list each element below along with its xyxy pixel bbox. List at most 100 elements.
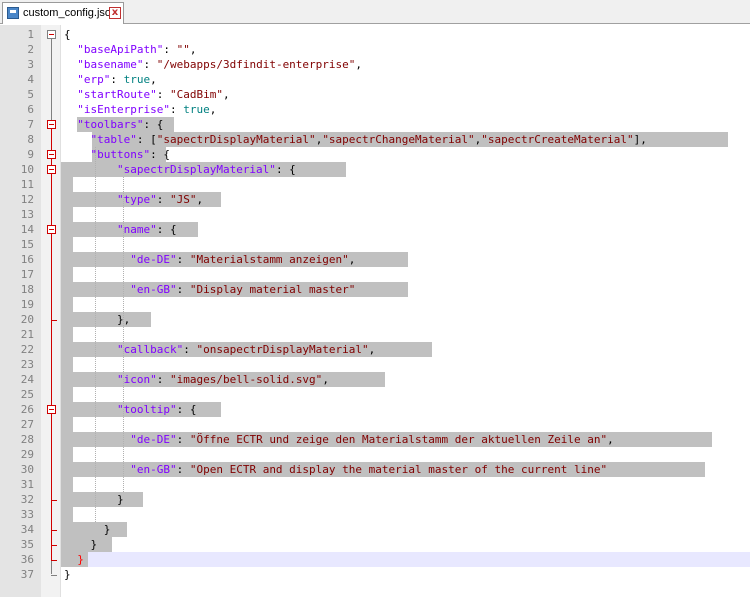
code-text: "sapectrDisplayMaterial": { xyxy=(116,163,296,176)
code-line: 33 xyxy=(0,507,750,522)
code-text: { xyxy=(64,28,71,41)
line-number: 17 xyxy=(20,268,34,281)
code-text: "callback": "onsapectrDisplayMaterial", xyxy=(116,343,376,356)
code-line: 36 } xyxy=(0,552,750,567)
line-number: 15 xyxy=(20,238,34,251)
line-number: 2 xyxy=(27,43,34,56)
line-number: 28 xyxy=(20,433,34,446)
line-number: 9 xyxy=(27,148,34,161)
code-text: "toolbars": { xyxy=(77,118,164,131)
code-line: 30 "en-GB": "Open ECTR and display the m… xyxy=(0,462,750,477)
line-number: 11 xyxy=(20,178,34,191)
code-text: "isEnterprise": true, xyxy=(77,103,217,116)
code-line: 21 xyxy=(0,327,750,342)
code-line: 23 xyxy=(0,357,750,372)
line-number: 24 xyxy=(20,373,34,386)
code-text: "de-DE": "Öffne ECTR und zeige den Mater… xyxy=(130,433,614,446)
line-number: 13 xyxy=(20,208,34,221)
tab-label: custom_config.json xyxy=(23,7,118,19)
code-line: 20 }, xyxy=(0,312,750,327)
code-line: 25 xyxy=(0,387,750,402)
line-number: 19 xyxy=(20,298,34,311)
code-line: 1{ xyxy=(0,27,750,42)
code-line: 13 xyxy=(0,207,750,222)
code-line: 35 } xyxy=(0,537,750,552)
code-line: 5 "startRoute": "CadBim", xyxy=(0,87,750,102)
code-line: 22 "callback": "onsapectrDisplayMaterial… xyxy=(0,342,750,357)
close-icon[interactable]: x xyxy=(109,7,121,19)
code-text: "type": "JS", xyxy=(116,193,204,206)
line-number: 4 xyxy=(27,73,34,86)
code-text: "table": ["sapectrDisplayMaterial","sape… xyxy=(90,133,647,146)
line-number: 34 xyxy=(20,523,34,536)
code-line: 18 "en-GB": "Display material master" xyxy=(0,282,750,297)
code-line: 32 } xyxy=(0,492,750,507)
code-line: 34 } xyxy=(0,522,750,537)
code-line: 4 "erp": true, xyxy=(0,72,750,87)
line-number: 23 xyxy=(20,358,34,371)
code-line: 11 xyxy=(0,177,750,192)
line-number: 32 xyxy=(20,493,34,506)
code-text: } xyxy=(64,523,111,536)
code-text: "de-DE": "Materialstamm anzeigen", xyxy=(130,253,356,266)
code-line: 14 "name": { xyxy=(0,222,750,237)
code-line: 31 xyxy=(0,477,750,492)
code-text: } xyxy=(64,553,84,566)
code-text: "buttons": { xyxy=(90,148,170,161)
line-number: 25 xyxy=(20,388,34,401)
code-line: 29 xyxy=(0,447,750,462)
tab-custom-config-json[interactable]: custom_config.json x xyxy=(2,2,124,24)
code-text: "tooltip": { xyxy=(116,403,197,416)
code-line: 7 "toolbars": { xyxy=(0,117,750,132)
code-line: 12 "type": "JS", xyxy=(0,192,750,207)
code-text: "basename": "/webapps/3dfindit-enterpris… xyxy=(77,58,363,71)
code-text: "baseApiPath": "", xyxy=(77,43,197,56)
line-number: 30 xyxy=(20,463,34,476)
line-number: 37 xyxy=(20,568,34,581)
line-number: 29 xyxy=(20,448,34,461)
line-number: 10 xyxy=(20,163,34,176)
file-save-icon xyxy=(7,7,19,19)
code-line: 8 "table": ["sapectrDisplayMaterial","sa… xyxy=(0,132,750,147)
code-text: "erp": true, xyxy=(77,73,157,86)
line-number: 3 xyxy=(27,58,34,71)
code-line: 10 "sapectrDisplayMaterial": { xyxy=(0,162,750,177)
code-text: } xyxy=(64,493,124,506)
line-number: 20 xyxy=(20,313,34,326)
line-number: 8 xyxy=(27,133,34,146)
line-number: 22 xyxy=(20,343,34,356)
code-text: } xyxy=(64,568,71,581)
line-number: 27 xyxy=(20,418,34,431)
code-line: 24 "icon": "images/bell-solid.svg", xyxy=(0,372,750,387)
code-text: "en-GB": "Open ECTR and display the mate… xyxy=(130,463,608,476)
line-number: 33 xyxy=(20,508,34,521)
line-number: 31 xyxy=(20,478,34,491)
line-number: 12 xyxy=(20,193,34,206)
code-line: 6 "isEnterprise": true, xyxy=(0,102,750,117)
code-line: 28 "de-DE": "Öffne ECTR und zeige den Ma… xyxy=(0,432,750,447)
line-number: 35 xyxy=(20,538,34,551)
line-number: 26 xyxy=(20,403,34,416)
code-line: 3 "basename": "/webapps/3dfindit-enterpr… xyxy=(0,57,750,72)
code-text: "en-GB": "Display material master" xyxy=(130,283,356,296)
code-text: "icon": "images/bell-solid.svg", xyxy=(116,373,329,386)
line-number: 21 xyxy=(20,328,34,341)
code-line: 27 xyxy=(0,417,750,432)
line-number: 7 xyxy=(27,118,34,131)
line-number: 16 xyxy=(20,253,34,266)
code-line: 37} xyxy=(0,567,750,582)
code-text: "name": { xyxy=(116,223,177,236)
code-line: 15 xyxy=(0,237,750,252)
line-number: 6 xyxy=(27,103,34,116)
code-line: 2 "baseApiPath": "", xyxy=(0,42,750,57)
line-number: 5 xyxy=(27,88,34,101)
code-text: } xyxy=(64,538,98,551)
code-line: 19 xyxy=(0,297,750,312)
code-text: "startRoute": "CadBim", xyxy=(77,88,230,101)
code-line: 17 xyxy=(0,267,750,282)
tab-bar: custom_config.json x xyxy=(0,0,750,24)
line-number: 1 xyxy=(27,28,34,41)
code-line: 16 "de-DE": "Materialstamm anzeigen", xyxy=(0,252,750,267)
line-number: 36 xyxy=(20,553,34,566)
line-number: 14 xyxy=(20,223,34,236)
